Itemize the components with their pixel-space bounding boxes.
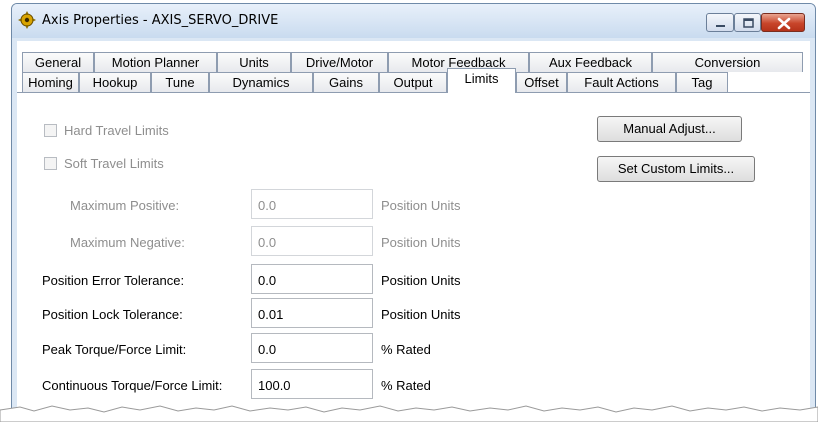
- maximize-icon: [743, 18, 754, 28]
- close-icon: [777, 17, 791, 30]
- dialog-client-area: General Motion Planner Units Drive/Motor…: [17, 41, 810, 414]
- maximize-button[interactable]: [734, 13, 761, 32]
- hard-travel-limits-checkbox[interactable]: [44, 124, 57, 137]
- tab-offset[interactable]: Offset: [516, 72, 567, 92]
- maximum-negative-unit: Position Units: [381, 235, 461, 250]
- axis-properties-window: Axis Properties - AXIS_SERVO_DRIVE Gener…: [11, 3, 816, 415]
- position-lock-tolerance-label: Position Lock Tolerance:: [42, 307, 183, 322]
- tab-hookup[interactable]: Hookup: [79, 72, 151, 92]
- position-error-tolerance-field[interactable]: [251, 264, 373, 294]
- manual-adjust-button[interactable]: Manual Adjust...: [597, 116, 742, 142]
- window-title: Axis Properties - AXIS_SERVO_DRIVE: [42, 13, 279, 28]
- tab-units[interactable]: Units: [217, 52, 291, 72]
- position-error-tolerance-label: Position Error Tolerance:: [42, 273, 185, 288]
- tab-tag[interactable]: Tag: [676, 72, 728, 92]
- position-error-tolerance-unit: Position Units: [381, 273, 461, 288]
- tab-output[interactable]: Output: [379, 72, 447, 92]
- tab-row-2: Homing Hookup Tune Dynamics Gains Output…: [17, 68, 810, 93]
- tab-tune[interactable]: Tune: [151, 72, 209, 92]
- maximum-positive-unit: Position Units: [381, 198, 461, 213]
- maximum-positive-label: Maximum Positive:: [70, 198, 180, 213]
- set-custom-limits-button[interactable]: Set Custom Limits...: [597, 156, 755, 182]
- continuous-torque-force-limit-unit: % Rated: [381, 378, 431, 393]
- peak-torque-force-limit-unit: % Rated: [381, 342, 431, 357]
- tab-motion-planner[interactable]: Motion Planner: [94, 52, 217, 72]
- maximum-positive-field[interactable]: [251, 189, 373, 219]
- tab-homing[interactable]: Homing: [22, 72, 79, 92]
- tab-row-1: General Motion Planner Units Drive/Motor…: [17, 52, 810, 72]
- minimize-icon: [716, 25, 725, 27]
- title-bar[interactable]: Axis Properties - AXIS_SERVO_DRIVE: [12, 4, 815, 38]
- axis-properties-icon: [17, 10, 37, 30]
- continuous-torque-force-limit-field[interactable]: [251, 369, 373, 399]
- maximum-negative-label: Maximum Negative:: [70, 235, 185, 250]
- position-lock-tolerance-field[interactable]: [251, 298, 373, 328]
- peak-torque-force-limit-label: Peak Torque/Force Limit:: [42, 342, 187, 357]
- hard-travel-limits-label: Hard Travel Limits: [64, 123, 169, 138]
- tab-limits[interactable]: Limits: [447, 68, 516, 93]
- continuous-torque-force-limit-label: Continuous Torque/Force Limit:: [42, 378, 223, 393]
- soft-travel-limits-label: Soft Travel Limits: [64, 156, 164, 171]
- soft-travel-limits-checkbox[interactable]: [44, 157, 57, 170]
- maximum-negative-field[interactable]: [251, 226, 373, 256]
- minimize-button[interactable]: [706, 13, 734, 32]
- limits-panel: Hard Travel Limits Soft Travel Limits Ma…: [17, 92, 810, 414]
- torn-edge: [0, 405, 818, 422]
- tab-general[interactable]: General: [22, 52, 94, 72]
- peak-torque-force-limit-field[interactable]: [251, 333, 373, 363]
- tab-conversion[interactable]: Conversion: [652, 52, 803, 72]
- tab-aux-feedback[interactable]: Aux Feedback: [529, 52, 652, 72]
- tab-fault-actions[interactable]: Fault Actions: [567, 72, 676, 92]
- tab-dynamics[interactable]: Dynamics: [209, 72, 313, 92]
- tab-gains[interactable]: Gains: [313, 72, 379, 92]
- tab-drive-motor[interactable]: Drive/Motor: [291, 52, 388, 72]
- close-button[interactable]: [761, 13, 805, 32]
- position-lock-tolerance-unit: Position Units: [381, 307, 461, 322]
